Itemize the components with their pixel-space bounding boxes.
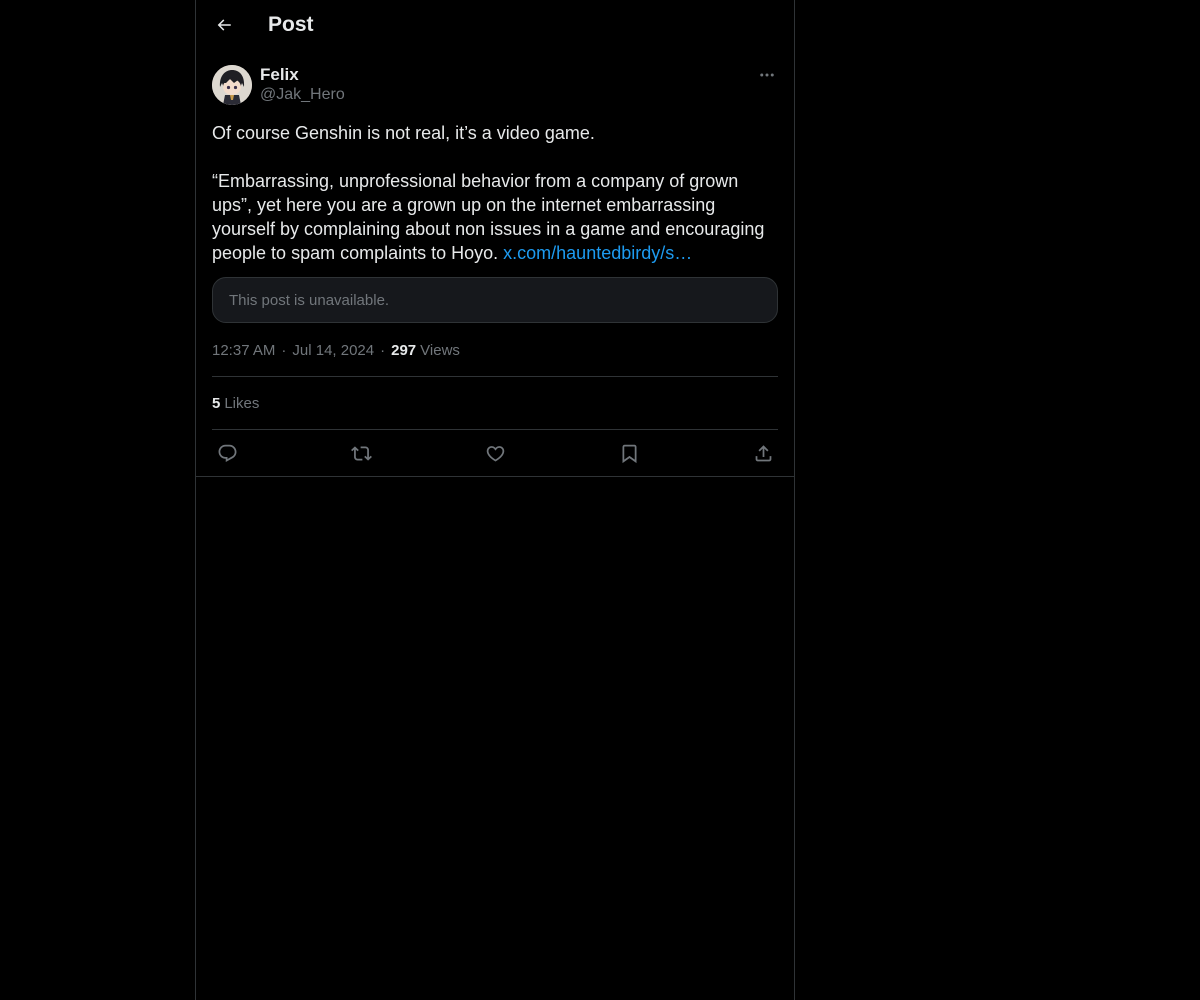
views-label: Views [420,341,460,359]
arrow-left-icon [215,16,233,34]
post-date[interactable]: Jul 14, 2024 [292,342,374,359]
repost-icon [350,443,372,464]
likes-row[interactable]: 5 Likes [212,377,778,429]
reply-icon [217,443,238,464]
author-row: Felix @Jak_Hero [212,64,778,108]
meta-separator: · [281,341,287,359]
likes-label: Likes [224,394,260,412]
bookmark-icon [619,443,640,464]
unavailable-text: This post is unavailable. [229,291,390,309]
more-options-button[interactable] [756,64,778,86]
post: Felix @Jak_Hero Of course Genshin is not… [212,64,778,476]
post-text: Of course Genshin is not real, it’s a vi… [212,121,778,265]
quoted-post-unavailable: This post is unavailable. [212,277,778,323]
bookmark-button[interactable] [618,442,640,464]
views-count: 297 [391,341,417,359]
page-header: Post [196,0,794,53]
more-horizontal-icon [758,66,776,84]
like-icon [485,443,506,464]
likes-count: 5 [212,394,221,412]
post-time[interactable]: 12:37 AM [212,342,275,359]
author-display-name[interactable]: Felix [260,65,299,85]
reply-button[interactable] [216,442,238,464]
thread-end-divider [196,476,794,477]
post-link[interactable]: x.com/hauntedbirdy/s… [503,243,692,263]
share-icon [753,443,774,464]
post-meta: 12:37 AM · Jul 14, 2024 · 297 Views [212,340,778,360]
page-title: Post [268,13,314,36]
action-bar [212,430,778,476]
repost-button[interactable] [350,442,372,464]
avatar[interactable] [212,65,252,105]
share-button[interactable] [752,442,774,464]
meta-separator: · [380,341,386,359]
main-column: Post Felix @Jak_Hero Of course Genshin i… [195,0,795,1000]
like-button[interactable] [484,442,506,464]
back-button[interactable] [207,8,241,42]
post-body: Of course Genshin is not real, it’s a vi… [212,123,765,263]
author-handle[interactable]: @Jak_Hero [260,86,345,104]
